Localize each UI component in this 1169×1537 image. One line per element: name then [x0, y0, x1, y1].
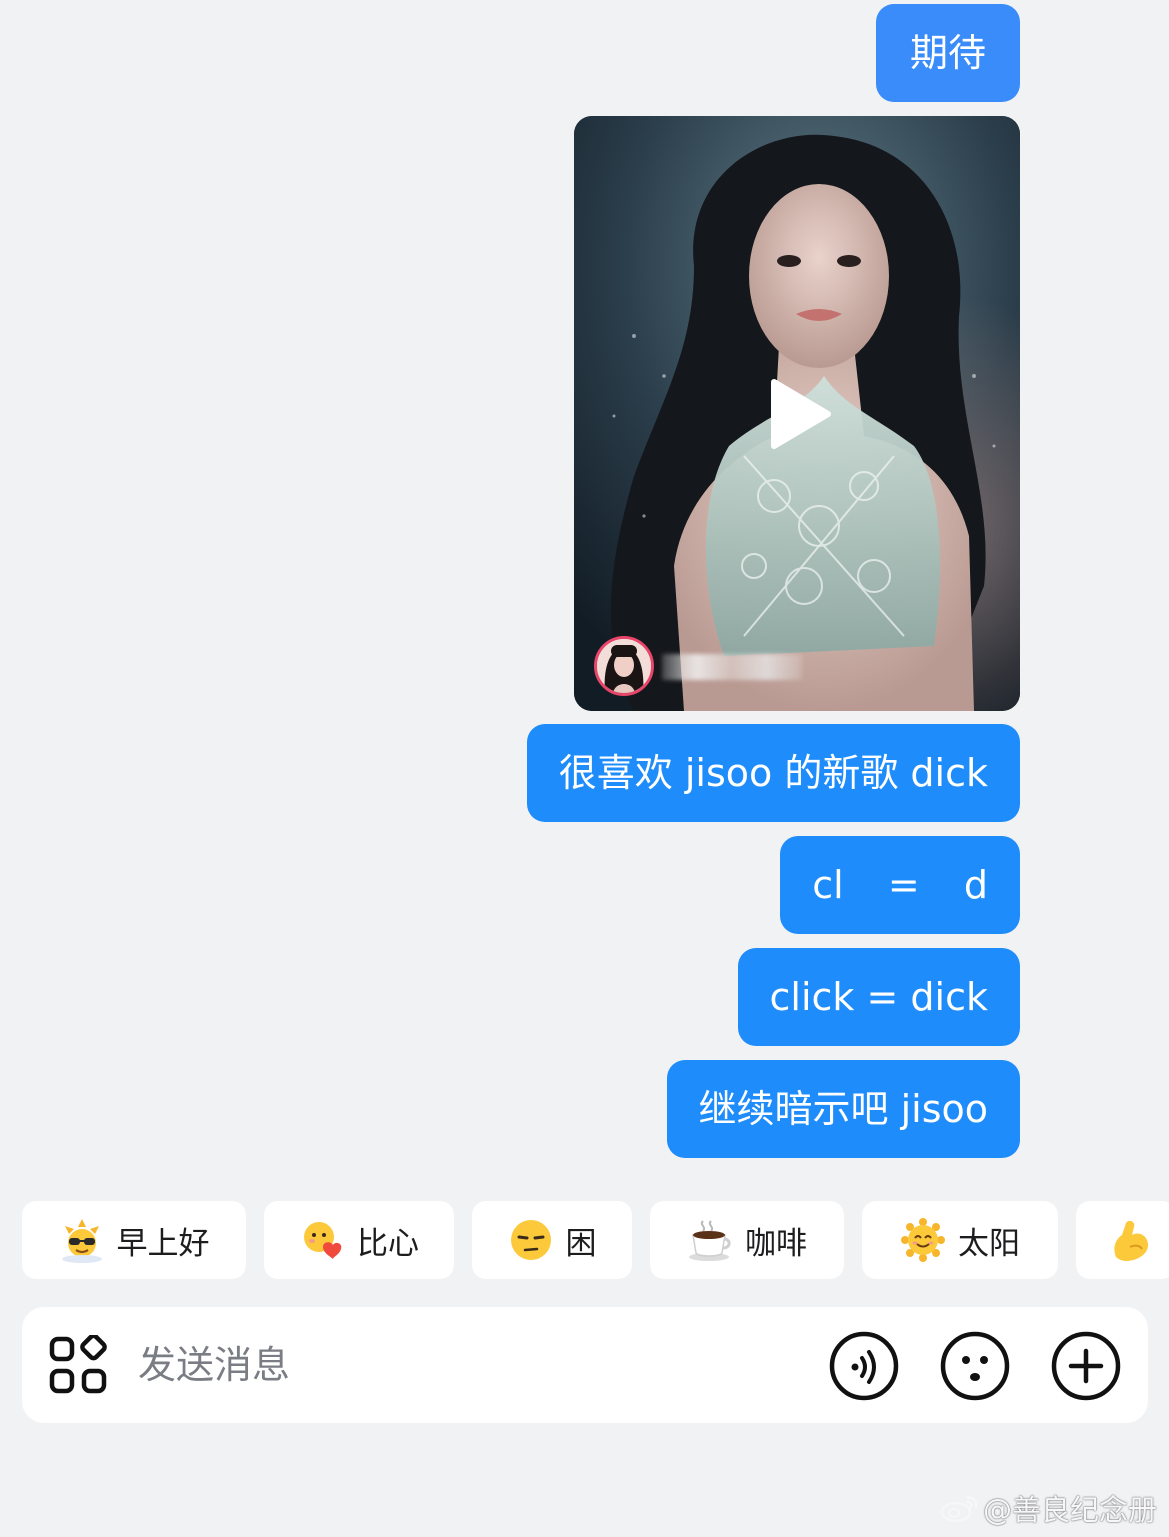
play-icon[interactable]	[768, 378, 832, 450]
message-bubble[interactable]: click = dick	[737, 948, 1020, 1046]
quick-reply-label: 早上好	[116, 1225, 210, 1262]
quick-reply-good-morning[interactable]: 早上好	[22, 1201, 246, 1279]
watermark-text: @善良纪念册	[982, 1493, 1157, 1527]
message-bubble[interactable]: cl = d	[780, 836, 1020, 934]
message-input[interactable]: 发送消息	[138, 1307, 290, 1423]
video-message-card[interactable]	[574, 116, 1020, 711]
flexed-arm-icon	[1114, 1220, 1148, 1261]
watermark: @善良纪念册	[939, 1487, 1157, 1529]
quick-reply-sleepy[interactable]: 困	[472, 1201, 632, 1279]
quick-reply-coffee[interactable]: 咖啡	[650, 1201, 844, 1279]
quick-reply-bar: 早上好 比心 困 咖啡 太阳	[22, 1201, 1169, 1279]
quick-reply-label: 咖啡	[745, 1225, 807, 1262]
message-bubble[interactable]: 继续暗示吧 jisoo	[666, 1060, 1020, 1158]
quick-reply-sun[interactable]: 太阳	[862, 1201, 1058, 1279]
apps-grid-icon[interactable]	[48, 1335, 110, 1397]
quick-reply-label: 太阳	[958, 1225, 1020, 1262]
weibo-icon	[940, 1495, 978, 1523]
plus-icon[interactable]	[1051, 1331, 1121, 1401]
coffee-icon	[689, 1220, 731, 1261]
quick-reply-finger-heart[interactable]: 比心	[264, 1201, 454, 1279]
smiling-sun-icon	[901, 1218, 945, 1262]
quick-reply-label: 比心	[357, 1225, 419, 1262]
message-input-bar: 发送消息	[22, 1307, 1148, 1423]
sleepy-face-icon	[510, 1220, 551, 1260]
voice-icon[interactable]	[829, 1331, 899, 1401]
message-bubble[interactable]: 期待	[875, 4, 1020, 102]
author-name-redacted	[662, 654, 802, 680]
sun-sunglasses-icon	[61, 1219, 102, 1263]
message-bubble[interactable]: 很喜欢 jisoo 的新歌 dick	[526, 724, 1020, 822]
quick-reply-flex[interactable]	[1076, 1201, 1169, 1279]
avatar[interactable]	[594, 636, 654, 696]
emoji-icon[interactable]	[940, 1331, 1010, 1401]
finger-heart-icon	[304, 1222, 342, 1259]
quick-reply-label: 困	[565, 1225, 597, 1262]
